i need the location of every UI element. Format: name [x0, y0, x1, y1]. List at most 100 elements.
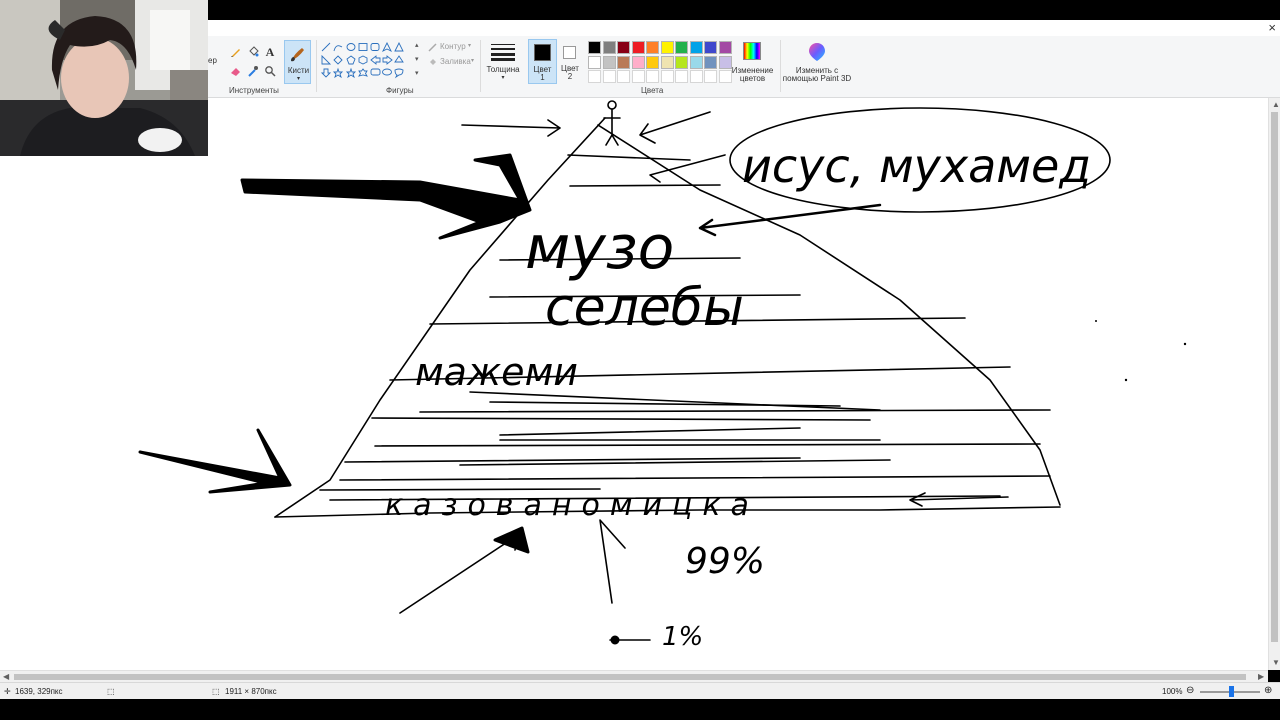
horizontal-scrollbar[interactable]: ◀ ▶ — [0, 670, 1268, 682]
palette-swatch[interactable] — [704, 41, 717, 54]
palette-swatch[interactable] — [588, 41, 601, 54]
text-icon[interactable]: A — [262, 44, 278, 60]
palette-swatch[interactable] — [689, 41, 703, 54]
vertical-scrollbar[interactable]: ▲ ▼ — [1268, 98, 1280, 670]
horizontal-scroll-thumb[interactable] — [14, 674, 1246, 680]
zoom-out-icon[interactable]: ⊖ — [1186, 685, 1194, 696]
palette-swatch[interactable] — [602, 41, 616, 54]
custom-palette-slot[interactable] — [675, 70, 688, 83]
fill-dropdown[interactable]: Заливка ▾ — [428, 56, 488, 68]
pencil-icon[interactable] — [228, 44, 244, 60]
color1-number: 1 — [540, 73, 545, 82]
text-level4: мажеми — [415, 350, 578, 394]
zoom-in-icon[interactable]: ⊕ — [1264, 685, 1272, 696]
color2-swatch — [563, 46, 576, 59]
cursor-icon: ✛ — [4, 687, 11, 696]
fill-icon[interactable] — [245, 44, 261, 60]
text-percent-1: 1% — [662, 622, 703, 652]
color2-number: 2 — [567, 72, 573, 81]
color-spectrum-icon — [743, 42, 761, 60]
palette-swatch[interactable] — [660, 55, 674, 69]
drawing-canvas[interactable]: исус, мухамед музо селебы мажеми казован… — [0, 98, 1268, 670]
palette-swatch[interactable] — [617, 41, 630, 54]
palette-swatch[interactable] — [646, 55, 659, 69]
partial-select-label[interactable]: ер — [208, 56, 217, 65]
edit-colors-label-2: цветов — [739, 74, 766, 83]
colors-group-label: Цвета — [641, 86, 664, 95]
custom-palette-slot[interactable] — [602, 70, 616, 83]
paint3d-icon — [809, 43, 825, 61]
palette-swatch[interactable] — [631, 55, 645, 69]
canvas-size: 1911 × 870пкс — [225, 687, 277, 696]
thick-arrow-left — [240, 153, 532, 240]
cursor-position: 1639, 329пкс — [15, 687, 63, 696]
scroll-right-icon[interactable]: ▶ — [1258, 672, 1264, 681]
selection-icon: ⬚ — [107, 687, 115, 696]
window-top-bar — [208, 0, 1280, 20]
color1-swatch — [534, 44, 551, 61]
vertical-scroll-thumb[interactable] — [1271, 112, 1278, 642]
brushes-button[interactable]: Кисти ▾ — [284, 40, 311, 84]
palette-swatch[interactable] — [675, 41, 688, 54]
palette-swatch[interactable] — [602, 55, 616, 69]
fill-label: Заливка — [440, 57, 471, 66]
zoom-slider-thumb[interactable] — [1229, 686, 1234, 697]
custom-palette-slot[interactable] — [588, 70, 601, 83]
palette-swatch[interactable] — [675, 55, 688, 69]
shapes-group-label: Фигуры — [386, 86, 414, 95]
palette-swatch[interactable] — [617, 55, 630, 69]
text-top-label: исус, мухамед — [742, 139, 1091, 193]
scroll-down-icon[interactable]: ▼ — [1272, 658, 1280, 667]
paint3d-button[interactable]: Изменить с помощью Paint 3D — [782, 40, 852, 84]
divider — [780, 40, 781, 92]
text-bottom: казованомицка — [385, 488, 759, 523]
status-bar: ✛ 1639, 329пкс ⬚ ⬚ 1911 × 870пкс 100% ⊖ … — [0, 682, 1280, 699]
text-percent-99: 99% — [685, 541, 765, 582]
magnifier-icon[interactable] — [262, 63, 278, 79]
canvas-size-icon: ⬚ — [212, 687, 220, 696]
palette-swatch[interactable] — [646, 41, 659, 54]
shapes-scroll-up-icon[interactable]: ▴ — [415, 41, 419, 49]
custom-palette-slot[interactable] — [660, 70, 674, 83]
brushes-label: Кисти — [287, 66, 310, 75]
picker-icon[interactable] — [245, 63, 261, 79]
palette-swatch[interactable] — [588, 55, 601, 69]
custom-palette-slot[interactable] — [704, 70, 717, 83]
custom-palette-slot[interactable] — [617, 70, 630, 83]
custom-palette-slot[interactable] — [689, 70, 703, 83]
palette-swatch[interactable] — [704, 55, 717, 69]
scroll-left-icon[interactable]: ◀ — [3, 672, 9, 681]
edit-colors-button[interactable]: Изменение цветов — [730, 40, 775, 84]
text-level2: музо — [525, 213, 674, 283]
custom-palette-slot[interactable] — [631, 70, 645, 83]
shapes-scroll-down-icon[interactable]: ▾ — [415, 55, 419, 63]
streamer-webcam-image — [0, 0, 208, 156]
shapes-more-icon[interactable]: ▾ — [415, 69, 419, 77]
thickness-icon — [491, 44, 515, 61]
close-icon[interactable]: × — [1268, 20, 1276, 35]
text-level3: селебы — [545, 278, 744, 338]
custom-palette-slot[interactable] — [646, 70, 659, 83]
scroll-up-icon[interactable]: ▲ — [1272, 100, 1280, 109]
palette-swatch[interactable] — [631, 41, 645, 54]
divider — [316, 40, 317, 92]
thickness-label: Толщина — [486, 65, 520, 74]
paint-app: × ер A Инструменты Кисти ▾ ▴ ▾ ▾ Контур … — [0, 0, 1280, 720]
title-strip: × — [208, 20, 1280, 36]
thickness-button[interactable]: Толщина ▾ — [484, 40, 522, 84]
shapes-gallery[interactable] — [321, 42, 421, 84]
bottom-black-strip — [0, 699, 1280, 720]
ribbon: ер A Инструменты Кисти ▾ ▴ ▾ ▾ Контур ▾ … — [208, 36, 1280, 98]
fill-bucket-icon — [430, 59, 436, 65]
eraser-icon[interactable] — [228, 63, 244, 79]
palette-swatch[interactable] — [689, 55, 703, 69]
outline-icon — [428, 43, 437, 52]
brush-icon — [291, 48, 304, 62]
divider — [480, 40, 481, 92]
outline-dropdown[interactable]: Контур ▾ — [428, 41, 488, 53]
color1-button[interactable]: Цвет 1 — [528, 39, 557, 84]
palette-swatch[interactable] — [660, 41, 674, 54]
zoom-level: 100% — [1162, 687, 1183, 696]
color2-button[interactable]: Цвет 2 — [558, 39, 582, 84]
chevron-down-icon: ▾ — [468, 43, 472, 49]
